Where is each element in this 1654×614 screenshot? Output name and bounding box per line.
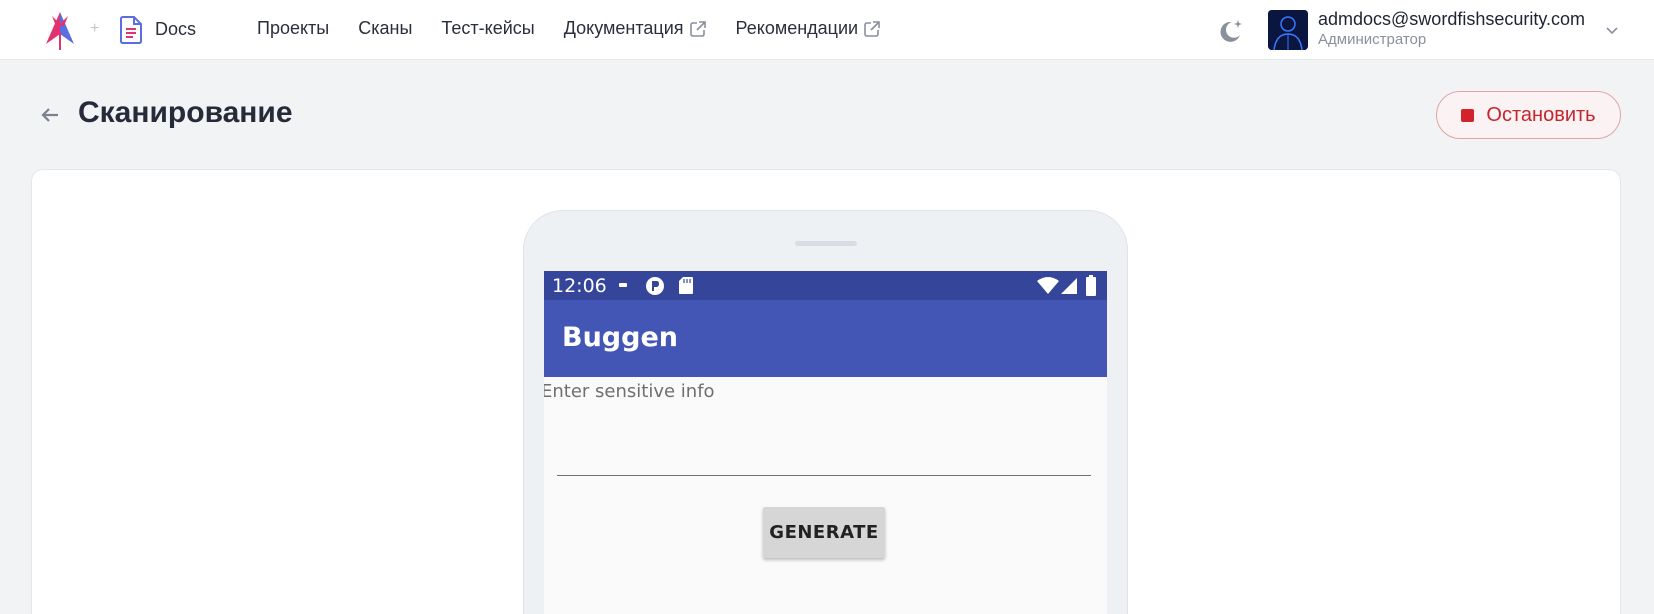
- device-screen[interactable]: 12:06 Buggen Enter sensitive info GENERA…: [544, 271, 1107, 614]
- top-header: + Docs Проекты Сканы Тест-кейсы Документ…: [0, 0, 1654, 60]
- nav-item-documentation[interactable]: Документация: [564, 18, 707, 39]
- nav-item-label: Документация: [563, 18, 684, 38]
- generate-button[interactable]: GENERATE: [763, 507, 885, 558]
- nav-item-scans[interactable]: Сканы: [358, 18, 412, 39]
- nav-item-label: Тест-кейсы: [441, 18, 535, 38]
- back-arrow-icon[interactable]: [38, 103, 62, 127]
- avatar[interactable]: [1268, 10, 1308, 50]
- generate-button-label: GENERATE: [769, 522, 879, 543]
- avatar-image: [1268, 10, 1308, 50]
- nav-item-label: Сканы: [358, 18, 413, 38]
- android-status-bar: 12:06: [544, 271, 1107, 300]
- chevron-down-icon[interactable]: [1604, 22, 1620, 38]
- docs-icon: [120, 16, 142, 44]
- sensitive-info-input[interactable]: [557, 475, 1091, 476]
- docs-label[interactable]: Docs: [155, 19, 196, 40]
- signal-icon: [1061, 278, 1077, 294]
- nav-item-label: Проекты: [257, 18, 330, 38]
- external-link-icon: [864, 20, 880, 37]
- moon-icon[interactable]: [1216, 17, 1244, 45]
- notification-icon: [619, 283, 627, 287]
- stop-button-label: Остановить: [1486, 103, 1596, 126]
- nav-item-recommendations[interactable]: Рекомендации: [736, 18, 882, 39]
- nav-item-projects[interactable]: Проекты: [257, 18, 329, 39]
- sensitive-info-hint: Enter sensitive info: [544, 381, 715, 402]
- nav-item-test-cases[interactable]: Тест-кейсы: [441, 18, 534, 39]
- logo-icon[interactable]: [40, 10, 80, 50]
- wifi-icon: [1037, 277, 1059, 294]
- stop-icon: [1461, 108, 1475, 122]
- page-title: Сканирование: [78, 96, 293, 129]
- app-bar: Buggen: [544, 300, 1107, 377]
- stop-button[interactable]: Остановить: [1436, 91, 1621, 139]
- user-role: Администратор: [1318, 31, 1427, 48]
- battery-icon: [1086, 275, 1096, 296]
- app-notification-icon: [646, 277, 664, 295]
- app-title: Buggen: [562, 322, 678, 353]
- sd-card-icon: [679, 277, 693, 294]
- device-speaker: [795, 241, 857, 246]
- external-link-icon: [689, 20, 706, 37]
- status-time: 12:06: [552, 275, 607, 297]
- user-email[interactable]: admdocs@swordfishsecurity.com: [1318, 9, 1585, 30]
- main-nav: Проекты Сканы Тест-кейсы Документация Ре…: [257, 18, 910, 39]
- nav-item-label: Рекомендации: [735, 18, 859, 38]
- plus-separator: +: [90, 20, 100, 37]
